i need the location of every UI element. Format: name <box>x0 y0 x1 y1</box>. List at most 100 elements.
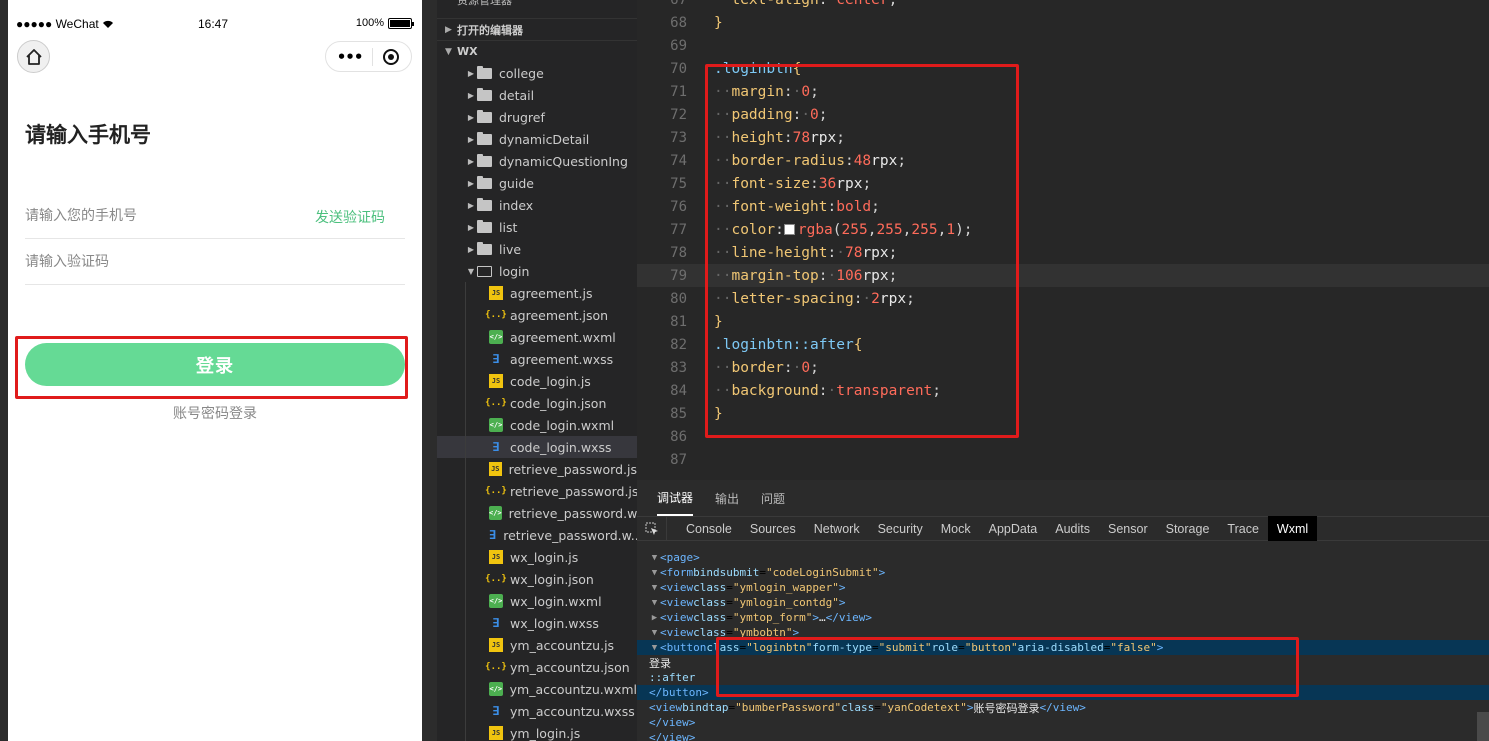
more-icon[interactable]: ••• <box>337 48 364 66</box>
devtools-top-tab[interactable]: 调试器 <box>657 481 694 516</box>
wxml-file-icon: </> <box>489 682 503 696</box>
file-item[interactable]: </> wx_login.wxml <box>437 590 637 612</box>
home-button[interactable] <box>17 40 50 73</box>
wxml-node[interactable]: 登录 <box>637 655 1489 670</box>
open-editors-section[interactable]: ▶ 打开的编辑器 <box>437 18 637 40</box>
folder-item[interactable]: ▶ dynamicDetail <box>437 128 637 150</box>
wxml-node[interactable]: ▼ <view class = "ymbobtn" > <box>637 625 1489 640</box>
folder-label: live <box>499 241 522 257</box>
file-item[interactable]: JS wx_login.js <box>437 546 637 568</box>
password-login-link[interactable]: 账号密码登录 <box>8 403 422 423</box>
folder-icon <box>477 241 492 255</box>
scrollbar[interactable] <box>1477 712 1489 741</box>
code-input[interactable] <box>25 239 265 284</box>
file-item[interactable]: JS ym_accountzu.js <box>437 634 637 656</box>
file-item[interactable]: JS retrieve_password.js <box>437 458 637 480</box>
wxml-node[interactable]: ▼ <view class = "ymlogin_contdg" > <box>637 595 1489 610</box>
code-editor[interactable]: 67 ··text-align: center; 68} 69 70 .loginbtn{… <box>637 0 1489 480</box>
file-item[interactable]: {..} code_login.json <box>437 392 637 414</box>
inspect-element-button[interactable] <box>637 516 667 541</box>
file-item[interactable]: {..} ym_accountzu.json <box>437 656 637 678</box>
wxml-node[interactable]: ▼ <form bindsubmit = "codeLoginSubmit" > <box>637 565 1489 580</box>
line-number: 71 <box>670 83 687 100</box>
folder-item[interactable]: ▶ live <box>437 238 637 260</box>
file-item[interactable]: </> retrieve_password.w... <box>437 502 637 524</box>
folder-icon <box>477 219 492 233</box>
folder-icon <box>477 109 492 123</box>
code-text: } <box>714 313 723 330</box>
line-number: 76 <box>670 198 687 215</box>
status-battery: 100% <box>356 17 414 29</box>
line-number: 70 <box>670 60 687 77</box>
json-file-icon: {..} <box>485 662 507 672</box>
devtools-tab-sensor[interactable]: Sensor <box>1099 516 1157 541</box>
wxml-file-icon: </> <box>489 418 503 432</box>
file-item[interactable]: {..} retrieve_password.js... <box>437 480 637 502</box>
status-carrier: ●●●●● WeChat <box>16 17 114 31</box>
file-item[interactable]: </> agreement.wxml <box>437 326 637 348</box>
folder-item[interactable]: ▶ college <box>437 62 637 84</box>
devtools-tab-storage[interactable]: Storage <box>1157 516 1219 541</box>
folder-label: login <box>499 263 530 279</box>
file-item[interactable]: ∃ agreement.wxss <box>437 348 637 370</box>
devtools-top-tab[interactable]: 输出 <box>715 482 739 515</box>
devtools-tab-appdata[interactable]: AppData <box>980 516 1047 541</box>
devtools-tab-sources[interactable]: Sources <box>741 516 805 541</box>
devtools-tab-console[interactable]: Console <box>677 516 741 541</box>
code-line: 68} <box>637 11 1489 34</box>
devtools-tab-trace[interactable]: Trace <box>1218 516 1268 541</box>
devtools-tab-mock[interactable]: Mock <box>932 516 980 541</box>
wxml-node[interactable]: ▼ <view class = "ymlogin_wapper" > <box>637 580 1489 595</box>
folder-label: dynamicQuestionIng <box>499 153 628 169</box>
chevron-right-icon: ▶ <box>467 222 475 232</box>
devtools-tab-security[interactable]: Security <box>869 516 932 541</box>
file-item[interactable]: {..} wx_login.json <box>437 568 637 590</box>
wxml-node[interactable]: </view> <box>637 715 1489 730</box>
folder-item[interactable]: ▶ dynamicQuestionIng <box>437 150 637 172</box>
devtools-tab-audits[interactable]: Audits <box>1046 516 1099 541</box>
send-code-button[interactable]: 发送验证码 <box>315 207 385 227</box>
devtools-top-tab[interactable]: 问题 <box>761 482 785 515</box>
file-item[interactable]: JS code_login.js <box>437 370 637 392</box>
folder-item[interactable]: ▶ index <box>437 194 637 216</box>
wxml-node[interactable]: </view> <box>637 730 1489 741</box>
file-item[interactable]: ∃ wx_login.wxss <box>437 612 637 634</box>
file-item[interactable]: JS agreement.js <box>437 282 637 304</box>
page-title: 请输入手机号 <box>25 123 151 147</box>
line-number: 69 <box>670 37 687 54</box>
capsule-divider <box>371 47 373 66</box>
folder-icon <box>477 131 492 145</box>
wxml-node[interactable]: ::after <box>637 670 1489 685</box>
file-item[interactable]: </> code_login.wxml <box>437 414 637 436</box>
file-item[interactable]: {..} agreement.json <box>437 304 637 326</box>
folder-item[interactable]: ▶ list <box>437 216 637 238</box>
tree-guide <box>465 436 466 458</box>
folder-item[interactable]: ▶ guide <box>437 172 637 194</box>
wxml-node[interactable]: ▼ <page> <box>637 550 1489 565</box>
wxml-node[interactable]: ▼ <button class = "loginbtn" form-type = "sub… <box>637 640 1489 655</box>
phone-input[interactable] <box>25 193 265 238</box>
close-miniprogram-icon[interactable] <box>382 48 400 66</box>
project-section[interactable]: ▼ WX <box>437 40 637 62</box>
folder-item[interactable]: ▶ drugref <box>437 106 637 128</box>
folder-item-open[interactable]: ▼ login <box>437 260 637 282</box>
file-item[interactable]: </> ym_accountzu.wxml <box>437 678 637 700</box>
file-label: ym_accountzu.json <box>510 659 630 675</box>
file-item[interactable]: JS ym_login.js <box>437 722 637 741</box>
code-text: ··font-weight:bold; <box>714 198 880 215</box>
code-line: 74 ··border-radius:48rpx; <box>637 149 1489 172</box>
wxml-tree: ▼ <page> ▼ <form bindsubmit = "codeLoginSubm… <box>637 550 1489 741</box>
folder-item[interactable]: ▶ detail <box>437 84 637 106</box>
file-item[interactable]: ∃ code_login.wxss <box>437 436 637 458</box>
wxml-node[interactable]: ▶ <view class = "ymtop_form" >… </view> <box>637 610 1489 625</box>
devtools-tab-wxml[interactable]: Wxml <box>1267 516 1318 541</box>
login-button[interactable]: 登录 <box>25 343 405 386</box>
folder-open-icon <box>477 265 492 277</box>
file-item[interactable]: ∃ ym_accountzu.wxss <box>437 700 637 722</box>
json-file-icon: {..} <box>485 398 507 408</box>
code-text: ··height:78rpx; <box>714 129 845 146</box>
file-item[interactable]: ∃ retrieve_password.w... <box>437 524 637 546</box>
wxml-node[interactable]: </button> <box>637 685 1489 700</box>
wxml-node[interactable]: <view bindtap = "bumberPassword" class = "ya… <box>637 700 1489 715</box>
devtools-tab-network[interactable]: Network <box>805 516 869 541</box>
